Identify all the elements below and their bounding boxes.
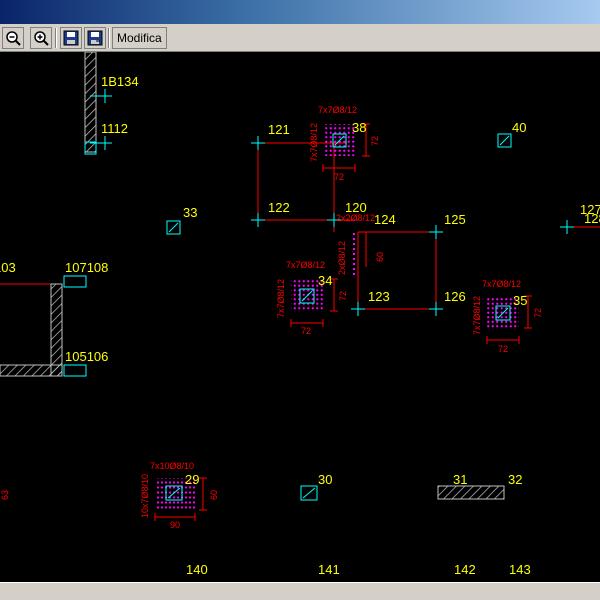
node-label: 30	[318, 472, 332, 487]
rebar-38	[323, 124, 355, 156]
save-as-button[interactable]	[84, 27, 106, 49]
rebar-label: 7x10Ø8/10	[150, 461, 194, 471]
node-label: 38	[352, 120, 366, 135]
column-107108	[63, 275, 87, 288]
save-button[interactable]	[60, 27, 82, 49]
node-label: 103	[0, 260, 16, 275]
node-label: 31	[453, 472, 467, 487]
dimension-labels: 7x7Ø8/12 7x7Ø8/12 72 72 2x2Ø8/12 2xØ8/12…	[0, 105, 543, 530]
node-label: 32	[508, 472, 522, 487]
rebar-label: 7x7Ø8/12	[482, 279, 521, 289]
toolbar: Modifica	[0, 24, 600, 52]
node-label: 122	[268, 200, 290, 215]
dimension-label: 72	[301, 326, 311, 336]
node-label: 140	[186, 562, 208, 577]
columns	[63, 133, 512, 501]
dimension-label: 60	[209, 490, 219, 500]
rebar-label: 7x7Ø8/12	[276, 279, 286, 318]
node-label: 105106	[65, 349, 108, 364]
node-label: 35	[513, 293, 527, 308]
dimension-label: 72	[533, 308, 543, 318]
zoom-out-icon	[6, 31, 21, 46]
rebar-label: 7x7Ø8/12	[309, 123, 319, 162]
dimension-label: 72	[498, 344, 508, 354]
wall-vertical-top	[84, 52, 97, 153]
node-label: 40	[512, 120, 526, 135]
rebar-label: 7x7Ø8/12	[286, 260, 325, 270]
title-bar	[0, 0, 600, 24]
zoom-in-button[interactable]	[30, 27, 52, 49]
node-label: 124	[374, 212, 396, 227]
node-label: 1B134	[101, 74, 139, 89]
column-diagonals	[167, 135, 510, 499]
save-icon	[63, 30, 79, 46]
toolbar-separator	[108, 28, 110, 48]
dimension-label: 63	[0, 490, 10, 500]
node-label: 143	[509, 562, 531, 577]
node-label: 33	[183, 205, 197, 220]
node-label: 121	[268, 122, 290, 137]
plan-drawing[interactable]: 1B134 1112 121 38 40 120 122 33 124 125 …	[0, 52, 600, 582]
rebar-label: 7x7Ø8/12	[318, 105, 357, 115]
wall-vertical-left	[50, 283, 63, 377]
node-label: 107108	[65, 260, 108, 275]
modify-button[interactable]: Modifica	[112, 27, 167, 49]
toolbar-separator	[55, 28, 57, 48]
cad-canvas[interactable]: 1B134 1112 121 38 40 120 122 33 124 125 …	[0, 52, 600, 582]
dimension-label: 72	[338, 291, 348, 301]
status-bar	[0, 582, 600, 600]
node-label: 142	[454, 562, 476, 577]
rebar-label: 2xØ8/12	[337, 241, 347, 275]
save-as-icon	[87, 30, 103, 46]
node-label: 34	[318, 273, 332, 288]
dimension-label: 72	[334, 172, 344, 182]
zoom-out-button[interactable]	[2, 27, 24, 49]
wall-horizontal-left	[0, 364, 63, 377]
node-label: 29	[185, 472, 199, 487]
rebar-label: 10x7Ø8/10	[140, 474, 150, 518]
node-label: 125	[444, 212, 466, 227]
zoom-in-icon	[34, 31, 49, 46]
node-label: 141	[318, 562, 340, 577]
dimension-label: 90	[170, 520, 180, 530]
dimension-label: 72	[370, 136, 380, 146]
dimension-label: 60	[375, 252, 385, 262]
column-105106	[63, 364, 87, 377]
node-label: 1112	[101, 121, 128, 136]
node-label: 128	[584, 211, 600, 226]
rebar-label: 2x2Ø8/12	[336, 213, 375, 223]
rebar-label: 7x7Ø8/12	[472, 296, 482, 335]
node-label: 126	[444, 289, 466, 304]
wall-31-32	[437, 485, 505, 500]
node-label: 123	[368, 289, 390, 304]
